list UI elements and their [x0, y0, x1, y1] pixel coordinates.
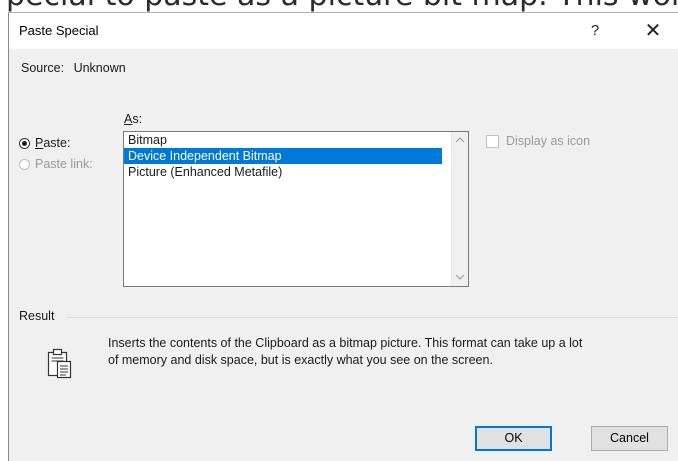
list-item-device-independent-bitmap[interactable]: Device Independent Bitmap — [124, 148, 442, 164]
paste-link-radio — [19, 158, 30, 170]
result-description: Inserts the contents of the Clipboard as… — [108, 335, 676, 369]
paste-label-rest: aste: — [43, 136, 71, 150]
source-label: Source: — [21, 61, 65, 75]
paste-link-radio-option: Paste link: — [19, 155, 93, 173]
result-description-line-2: of memory and disk space, but is exactly… — [108, 353, 493, 367]
paste-radio-label: Paste: — [35, 136, 70, 150]
source-value: Unknown — [73, 61, 126, 75]
result-divider — [67, 317, 678, 318]
source-row: Source: Unknown — [21, 61, 126, 75]
paste-radio-option[interactable]: Paste: — [19, 134, 70, 152]
chevron-up-icon[interactable] — [452, 132, 468, 149]
list-item-bitmap[interactable]: Bitmap — [124, 132, 442, 148]
paste-radio[interactable] — [19, 137, 30, 149]
paste-special-dialog: Paste Special ? ✕ Source: Unknown As: Pa… — [8, 12, 678, 461]
display-as-icon-checkbox — [486, 134, 499, 148]
as-label: As: — [124, 112, 142, 126]
result-description-line-1: Inserts the contents of the Clipboard as… — [108, 336, 583, 350]
help-button[interactable]: ? — [581, 19, 609, 43]
dialog-title: Paste Special — [19, 23, 99, 38]
ok-button[interactable]: OK — [475, 426, 552, 451]
list-item-enhanced-metafile[interactable]: Picture (Enhanced Metafile) — [124, 164, 442, 180]
clipboard-icon — [47, 347, 73, 379]
close-button[interactable]: ✕ — [635, 17, 671, 45]
result-label: Result — [19, 309, 55, 323]
cancel-button[interactable]: Cancel — [591, 426, 668, 451]
display-as-icon-label: Display as icon — [506, 134, 591, 148]
paste-link-label: Paste link: — [35, 157, 93, 171]
display-as-icon-option: Display as icon — [486, 134, 590, 148]
as-format-listbox[interactable]: Bitmap Device Independent Bitmap Picture… — [123, 131, 469, 287]
as-label-rest: s: — [132, 112, 143, 126]
listbox-scrollbar[interactable] — [451, 132, 468, 286]
title-bar: Paste Special ? ✕ — [9, 13, 678, 49]
chevron-down-icon[interactable] — [452, 269, 468, 286]
